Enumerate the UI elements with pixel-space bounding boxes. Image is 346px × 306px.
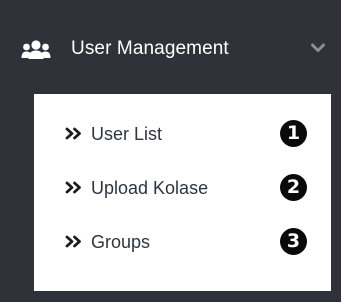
submenu-item-label: User List bbox=[91, 124, 163, 144]
sidebar: User Management User List 1 Upload Kolas… bbox=[0, 0, 341, 302]
double-chevron-right-icon bbox=[65, 127, 83, 140]
chevron-down-icon[interactable] bbox=[310, 41, 326, 55]
submenu-item-user-list[interactable]: User List 1 bbox=[34, 114, 331, 156]
submenu-item-groups[interactable]: Groups 3 bbox=[34, 222, 331, 264]
submenu-item-label: Upload Kolase bbox=[91, 178, 209, 198]
users-icon bbox=[21, 39, 51, 61]
submenu-item-upload-kolase[interactable]: Upload Kolase 2 bbox=[34, 168, 331, 210]
user-management-submenu: User List 1 Upload Kolase 2 Groups 3 bbox=[34, 94, 331, 291]
double-chevron-right-icon bbox=[65, 235, 83, 248]
step-number-badge: 1 bbox=[280, 120, 307, 147]
submenu-item-label: Groups bbox=[91, 232, 151, 252]
user-management-menu[interactable]: User Management bbox=[0, 0, 341, 94]
double-chevron-right-icon bbox=[65, 181, 83, 194]
step-number-badge: 3 bbox=[280, 228, 307, 255]
menu-title: User Management bbox=[71, 38, 229, 59]
step-number-badge: 2 bbox=[280, 174, 307, 201]
